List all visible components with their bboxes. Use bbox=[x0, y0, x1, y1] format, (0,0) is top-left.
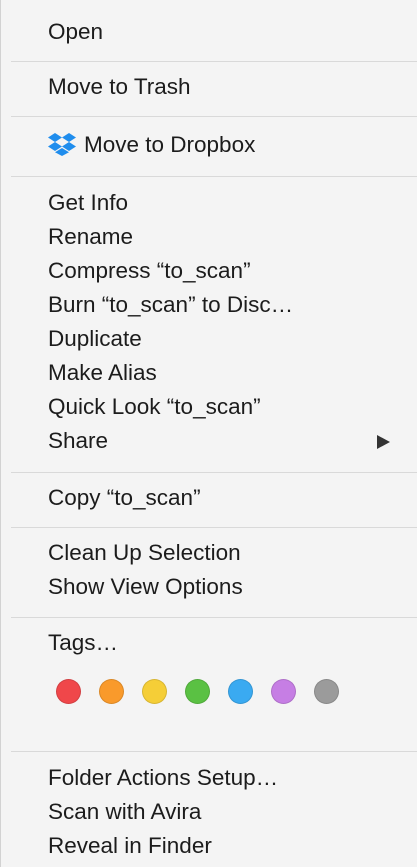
dropbox-icon bbox=[48, 133, 76, 156]
menu-item-label: Folder Actions Setup… bbox=[48, 765, 279, 790]
context-menu: Open Move to Trash Move to Dropbox Get I… bbox=[0, 0, 417, 867]
menu-item-label: Duplicate bbox=[48, 326, 142, 351]
menu-item-label: Open bbox=[48, 19, 104, 44]
tag-yellow-dot[interactable] bbox=[142, 679, 167, 704]
menu-item-get-info[interactable]: Get Info bbox=[48, 186, 407, 220]
menu-item-copy[interactable]: Copy “to_scan” bbox=[48, 481, 407, 515]
tag-blue-dot[interactable] bbox=[228, 679, 253, 704]
menu-separator bbox=[11, 751, 417, 752]
menu-separator bbox=[11, 472, 417, 473]
menu-item-burn-to-disc[interactable]: Burn “to_scan” to Disc… bbox=[48, 288, 407, 322]
menu-separator bbox=[11, 116, 417, 117]
menu-item-move-to-dropbox[interactable]: Move to Dropbox bbox=[48, 128, 407, 162]
menu-item-label: Move to Dropbox bbox=[84, 132, 256, 157]
menu-item-label: Move to Trash bbox=[48, 74, 191, 99]
menu-item-share[interactable]: Share bbox=[48, 424, 407, 458]
menu-item-label: Show View Options bbox=[48, 574, 243, 599]
menu-item-quick-look[interactable]: Quick Look “to_scan” bbox=[48, 390, 407, 424]
menu-item-move-to-trash[interactable]: Move to Trash bbox=[48, 70, 407, 104]
menu-separator bbox=[11, 176, 417, 177]
tag-red-dot[interactable] bbox=[56, 679, 81, 704]
menu-item-compress[interactable]: Compress “to_scan” bbox=[48, 254, 407, 288]
menu-separator bbox=[11, 61, 417, 62]
menu-item-label: Rename bbox=[48, 224, 134, 249]
menu-item-show-view-options[interactable]: Show View Options bbox=[48, 570, 407, 604]
menu-item-label: Compress “to_scan” bbox=[48, 258, 251, 283]
menu-item-label: Make Alias bbox=[48, 360, 157, 385]
menu-item-make-alias[interactable]: Make Alias bbox=[48, 356, 407, 390]
menu-item-label: Burn “to_scan” to Disc… bbox=[48, 292, 294, 317]
menu-item-reveal-in-finder[interactable]: Reveal in Finder bbox=[48, 829, 407, 863]
menu-item-label: Reveal in Finder bbox=[48, 833, 212, 858]
menu-separator bbox=[11, 527, 417, 528]
menu-item-folder-actions-setup[interactable]: Folder Actions Setup… bbox=[48, 761, 407, 795]
menu-item-scan-with-avira[interactable]: Scan with Avira bbox=[48, 795, 407, 829]
tag-purple-dot[interactable] bbox=[271, 679, 296, 704]
menu-separator bbox=[11, 617, 417, 618]
menu-item-open[interactable]: Open bbox=[48, 15, 407, 49]
menu-item-label: Copy “to_scan” bbox=[48, 485, 201, 510]
menu-item-label: Get Info bbox=[48, 190, 129, 215]
menu-item-clean-up-selection[interactable]: Clean Up Selection bbox=[48, 536, 407, 570]
menu-item-tags[interactable]: Tags… bbox=[48, 626, 407, 660]
submenu-arrow-icon bbox=[377, 435, 390, 449]
menu-item-label: Scan with Avira bbox=[48, 799, 202, 824]
menu-item-label: Share bbox=[48, 428, 109, 453]
tag-green-dot[interactable] bbox=[185, 679, 210, 704]
menu-item-rename[interactable]: Rename bbox=[48, 220, 407, 254]
tag-orange-dot[interactable] bbox=[99, 679, 124, 704]
menu-item-duplicate[interactable]: Duplicate bbox=[48, 322, 407, 356]
menu-item-label: Clean Up Selection bbox=[48, 540, 241, 565]
menu-item-label: Tags… bbox=[48, 630, 119, 655]
menu-item-label: Quick Look “to_scan” bbox=[48, 394, 261, 419]
tag-gray-dot[interactable] bbox=[314, 679, 339, 704]
